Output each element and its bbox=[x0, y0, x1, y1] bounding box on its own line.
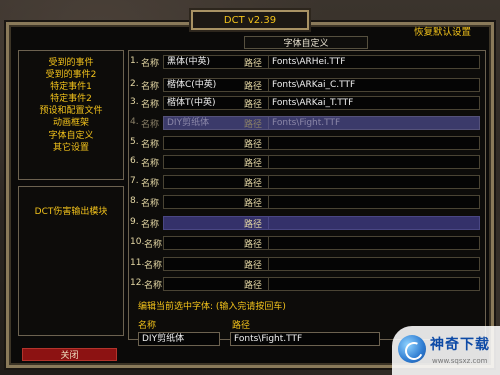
name-label: 名称 bbox=[141, 159, 160, 169]
font-row: 8. 名称 路径 bbox=[130, 195, 482, 210]
font-row: 4. 名称 DIY剪纸体 路径 Fonts\Fight.TTF bbox=[130, 116, 482, 131]
name-label: 名称 bbox=[141, 199, 160, 209]
path-label: 路径 bbox=[244, 261, 263, 271]
font-row: 7. 名称 路径 bbox=[130, 175, 482, 190]
row-number: 9. bbox=[130, 217, 139, 227]
sidebar-item-specific-events-1[interactable]: 特定事件1 bbox=[19, 81, 123, 93]
row-number: 3. bbox=[130, 97, 139, 107]
sidebar-item-specific-events-2[interactable]: 特定事件2 bbox=[19, 93, 123, 105]
name-label: 名称 bbox=[141, 59, 160, 69]
font-path-input[interactable]: Fonts\Fight.TTF bbox=[268, 116, 480, 130]
restore-defaults-button[interactable]: 恢复默认设置 bbox=[414, 24, 471, 38]
path-label: 路径 bbox=[244, 199, 263, 209]
font-path-input[interactable] bbox=[268, 195, 480, 209]
name-label: 名称 bbox=[144, 261, 163, 271]
name-label: 名称 bbox=[141, 220, 160, 230]
row-number: 4. bbox=[130, 117, 139, 127]
font-path-input[interactable] bbox=[268, 155, 480, 169]
section-title: 字体自定义 bbox=[244, 36, 368, 49]
module-label: DCT伤害输出模块 bbox=[34, 207, 108, 217]
name-label: 名称 bbox=[141, 179, 160, 189]
path-label: 路径 bbox=[244, 179, 263, 189]
name-label: 名称 bbox=[141, 82, 160, 92]
row-number: 5. bbox=[130, 137, 139, 147]
name-label: 名称 bbox=[141, 100, 160, 110]
edit-title: 编辑当前选中字体: (输入完请按回车) bbox=[138, 302, 286, 312]
name-label: 名称 bbox=[141, 120, 160, 130]
path-label: 路径 bbox=[244, 100, 263, 110]
font-path-input[interactable]: Fonts\ARKai_C.TTF bbox=[268, 78, 480, 92]
font-path-input[interactable] bbox=[268, 257, 480, 271]
close-button[interactable]: 关闭 bbox=[22, 348, 117, 361]
window-title: DCT v2.39 bbox=[191, 10, 309, 30]
row-number: 2. bbox=[130, 79, 139, 89]
sidebar-item-animation[interactable]: 动画框架 bbox=[19, 117, 123, 129]
font-path-input[interactable] bbox=[268, 175, 480, 189]
font-row: 6. 名称 路径 bbox=[130, 155, 482, 170]
path-label: 路径 bbox=[244, 140, 263, 150]
font-path-input[interactable] bbox=[268, 216, 480, 230]
edit-name-input[interactable]: DIY剪纸体 bbox=[138, 332, 220, 346]
watermark-logo-icon bbox=[398, 335, 426, 363]
sidebar-item-received-events[interactable]: 受到的事件 bbox=[19, 57, 123, 69]
row-number: 8. bbox=[130, 196, 139, 206]
path-label: 路径 bbox=[244, 120, 263, 130]
path-label: 路径 bbox=[244, 281, 263, 291]
name-label: 名称 bbox=[144, 281, 163, 291]
row-number: 12. bbox=[130, 278, 145, 288]
edit-name-label: 名称 bbox=[138, 321, 157, 331]
sidebar-item-received-events-2[interactable]: 受到的事件2 bbox=[19, 69, 123, 81]
edit-path-label: 路径 bbox=[232, 321, 251, 331]
font-path-input[interactable] bbox=[268, 277, 480, 291]
font-row: 2. 名称 楷体C(中英) 路径 Fonts\ARKai_C.TTF bbox=[130, 78, 482, 93]
font-path-input[interactable] bbox=[268, 236, 480, 250]
row-number: 7. bbox=[130, 176, 139, 186]
font-row: 10. 名称 路径 bbox=[130, 236, 482, 251]
font-row: 5. 名称 路径 bbox=[130, 136, 482, 151]
font-row: 1. 名称 黑体(中英) 路径 Fonts\ARHei.TTF bbox=[130, 55, 482, 70]
path-label: 路径 bbox=[244, 59, 263, 69]
font-row-selected: 9. 名称 路径 bbox=[130, 216, 482, 231]
font-path-input[interactable] bbox=[268, 136, 480, 150]
row-number: 1. bbox=[130, 56, 139, 66]
module-panel: DCT伤害输出模块 bbox=[18, 186, 124, 336]
sidebar-nav: 受到的事件 受到的事件2 特定事件1 特定事件2 预设和配置文件 动画框架 字体… bbox=[18, 50, 124, 180]
path-label: 路径 bbox=[244, 82, 263, 92]
font-row: 3. 名称 楷体T(中英) 路径 Fonts\ARKai_T.TTF bbox=[130, 96, 482, 111]
font-row: 11. 名称 路径 bbox=[130, 257, 482, 272]
edit-path-input[interactable]: Fonts\Fight.TTF bbox=[230, 332, 380, 346]
font-row: 12. 名称 路径 bbox=[130, 277, 482, 292]
watermark: 神奇下载 www.sqsxz.com bbox=[392, 326, 500, 375]
font-path-input[interactable]: Fonts\ARHei.TTF bbox=[268, 55, 480, 69]
name-label: 名称 bbox=[141, 140, 160, 150]
font-path-input[interactable]: Fonts\ARKai_T.TTF bbox=[268, 96, 480, 110]
row-number: 6. bbox=[130, 156, 139, 166]
watermark-text: 神奇下载 bbox=[430, 337, 490, 353]
watermark-url: www.sqsxz.com bbox=[432, 357, 488, 365]
path-label: 路径 bbox=[244, 220, 263, 230]
sidebar-item-font-custom[interactable]: 字体自定义 bbox=[19, 130, 123, 142]
sidebar-item-presets[interactable]: 预设和配置文件 bbox=[19, 105, 123, 117]
row-number: 11. bbox=[130, 258, 145, 268]
row-number: 10. bbox=[130, 237, 145, 247]
path-label: 路径 bbox=[244, 159, 263, 169]
sidebar-item-other-settings[interactable]: 其它设置 bbox=[19, 142, 123, 154]
path-label: 路径 bbox=[244, 240, 263, 250]
name-label: 名称 bbox=[144, 240, 163, 250]
